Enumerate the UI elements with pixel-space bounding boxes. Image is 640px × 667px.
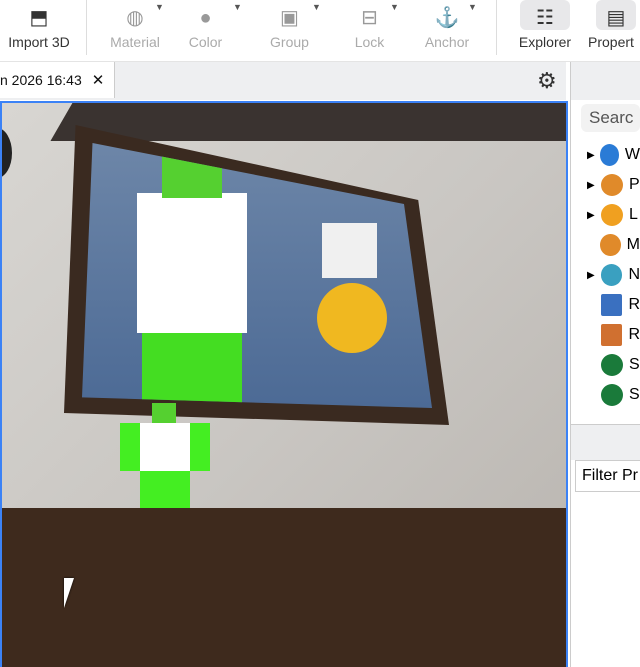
tree-item-label: N	[628, 266, 640, 283]
lock-icon: ⊟	[361, 7, 378, 29]
tree-item[interactable]: M	[571, 230, 640, 260]
workspace-icon	[599, 144, 619, 166]
expand-arrow-icon[interactable]: ▶	[587, 210, 599, 221]
tree-item-label: M	[626, 236, 640, 253]
chevron-down-icon[interactable]: ▼	[390, 2, 399, 12]
properties-icon: ▤	[596, 0, 636, 30]
tree-item[interactable]: ▶ P	[571, 170, 640, 200]
properties-filter-input[interactable]: Filter Pr	[575, 460, 640, 492]
color-icon: ●	[199, 7, 212, 29]
tree-item[interactable]: R	[571, 320, 640, 350]
avatar-torso	[120, 423, 210, 471]
tree-item[interactable]: R	[571, 290, 640, 320]
tree-item[interactable]: ▶ L	[571, 200, 640, 230]
tree-item[interactable]: S	[571, 350, 640, 380]
divider	[496, 0, 497, 55]
explorer-panel: Searc ▶ W ▶ P ▶ L M ▶ N R R S S Filter Pr	[570, 62, 640, 667]
server-script-icon	[601, 354, 623, 376]
tree-item-label: P	[629, 176, 640, 193]
mouse-cursor-icon	[64, 578, 74, 608]
chevron-down-icon[interactable]: ▼	[233, 2, 242, 12]
divider	[86, 0, 87, 55]
network-icon	[600, 264, 623, 286]
ribbon-toolbar: ⬒ Import 3D ◍ Material ▼ ● Color ▼ ▣ Group ▼ ⊟ L…	[0, 0, 640, 62]
chevron-down-icon[interactable]: ▼	[312, 2, 321, 12]
3d-viewport[interactable]	[0, 101, 568, 667]
storage-icon	[600, 324, 623, 346]
import-3d-button[interactable]: ⬒ Import 3D	[0, 0, 78, 60]
explorer-icon: ☷	[520, 0, 570, 30]
tree-item-label: S	[629, 356, 640, 373]
properties-header	[571, 424, 640, 460]
expand-arrow-icon[interactable]: ▶	[587, 270, 599, 281]
lighting-icon	[601, 204, 623, 226]
lock-button[interactable]: ⊟ Lock ▼	[342, 0, 399, 60]
properties-button[interactable]: ▤ Propert	[588, 0, 640, 60]
tree-item-label: S	[629, 386, 640, 403]
material-button[interactable]: ◍ Material ▼	[100, 0, 170, 60]
avatar-shirt	[137, 193, 247, 333]
document-tab-bar: n 2026 16:43 ✕ ⚙	[0, 62, 566, 100]
tree-item-label: W	[624, 146, 640, 163]
explorer-header	[571, 62, 640, 100]
explorer-button[interactable]: ☷ Explorer	[514, 0, 576, 60]
tree-item-label: R	[628, 326, 640, 343]
expand-arrow-icon[interactable]: ▶	[587, 180, 599, 191]
tree-item-label: R	[628, 296, 640, 313]
floor	[2, 508, 566, 667]
tab-place[interactable]: n 2026 16:43 ✕	[0, 62, 115, 98]
close-icon[interactable]: ✕	[92, 72, 105, 89]
tree-item[interactable]: ▶ W	[571, 140, 640, 170]
avatar-head	[152, 403, 176, 425]
players-icon	[601, 174, 623, 196]
explorer-search-input[interactable]: Searc	[581, 104, 640, 132]
tree-item[interactable]: ▶ N	[571, 260, 640, 290]
tree-item-label: L	[629, 206, 638, 223]
color-button[interactable]: ● Color ▼	[178, 0, 242, 60]
chevron-down-icon[interactable]: ▼	[468, 2, 477, 12]
tab-title: n 2026 16:43	[0, 72, 82, 88]
gear-icon[interactable]: ⚙	[537, 68, 557, 94]
anchor-button[interactable]: ⚓ Anchor ▼	[418, 0, 477, 60]
server-storage-icon	[601, 384, 623, 406]
explorer-tree: ▶ W ▶ P ▶ L M ▶ N R R S S	[571, 140, 640, 410]
avatar-head	[322, 223, 377, 278]
emoji-face	[317, 283, 387, 353]
replicated-icon	[600, 294, 623, 316]
expand-arrow-icon[interactable]: ▶	[587, 150, 598, 161]
tree-item[interactable]: S	[571, 380, 640, 410]
ceiling	[50, 103, 566, 141]
import-3d-icon: ⬒	[29, 7, 49, 29]
material-service-icon	[600, 234, 621, 256]
group-button[interactable]: ▣ Group ▼	[262, 0, 321, 60]
group-icon: ▣	[280, 7, 299, 29]
chevron-down-icon[interactable]: ▼	[155, 2, 164, 12]
